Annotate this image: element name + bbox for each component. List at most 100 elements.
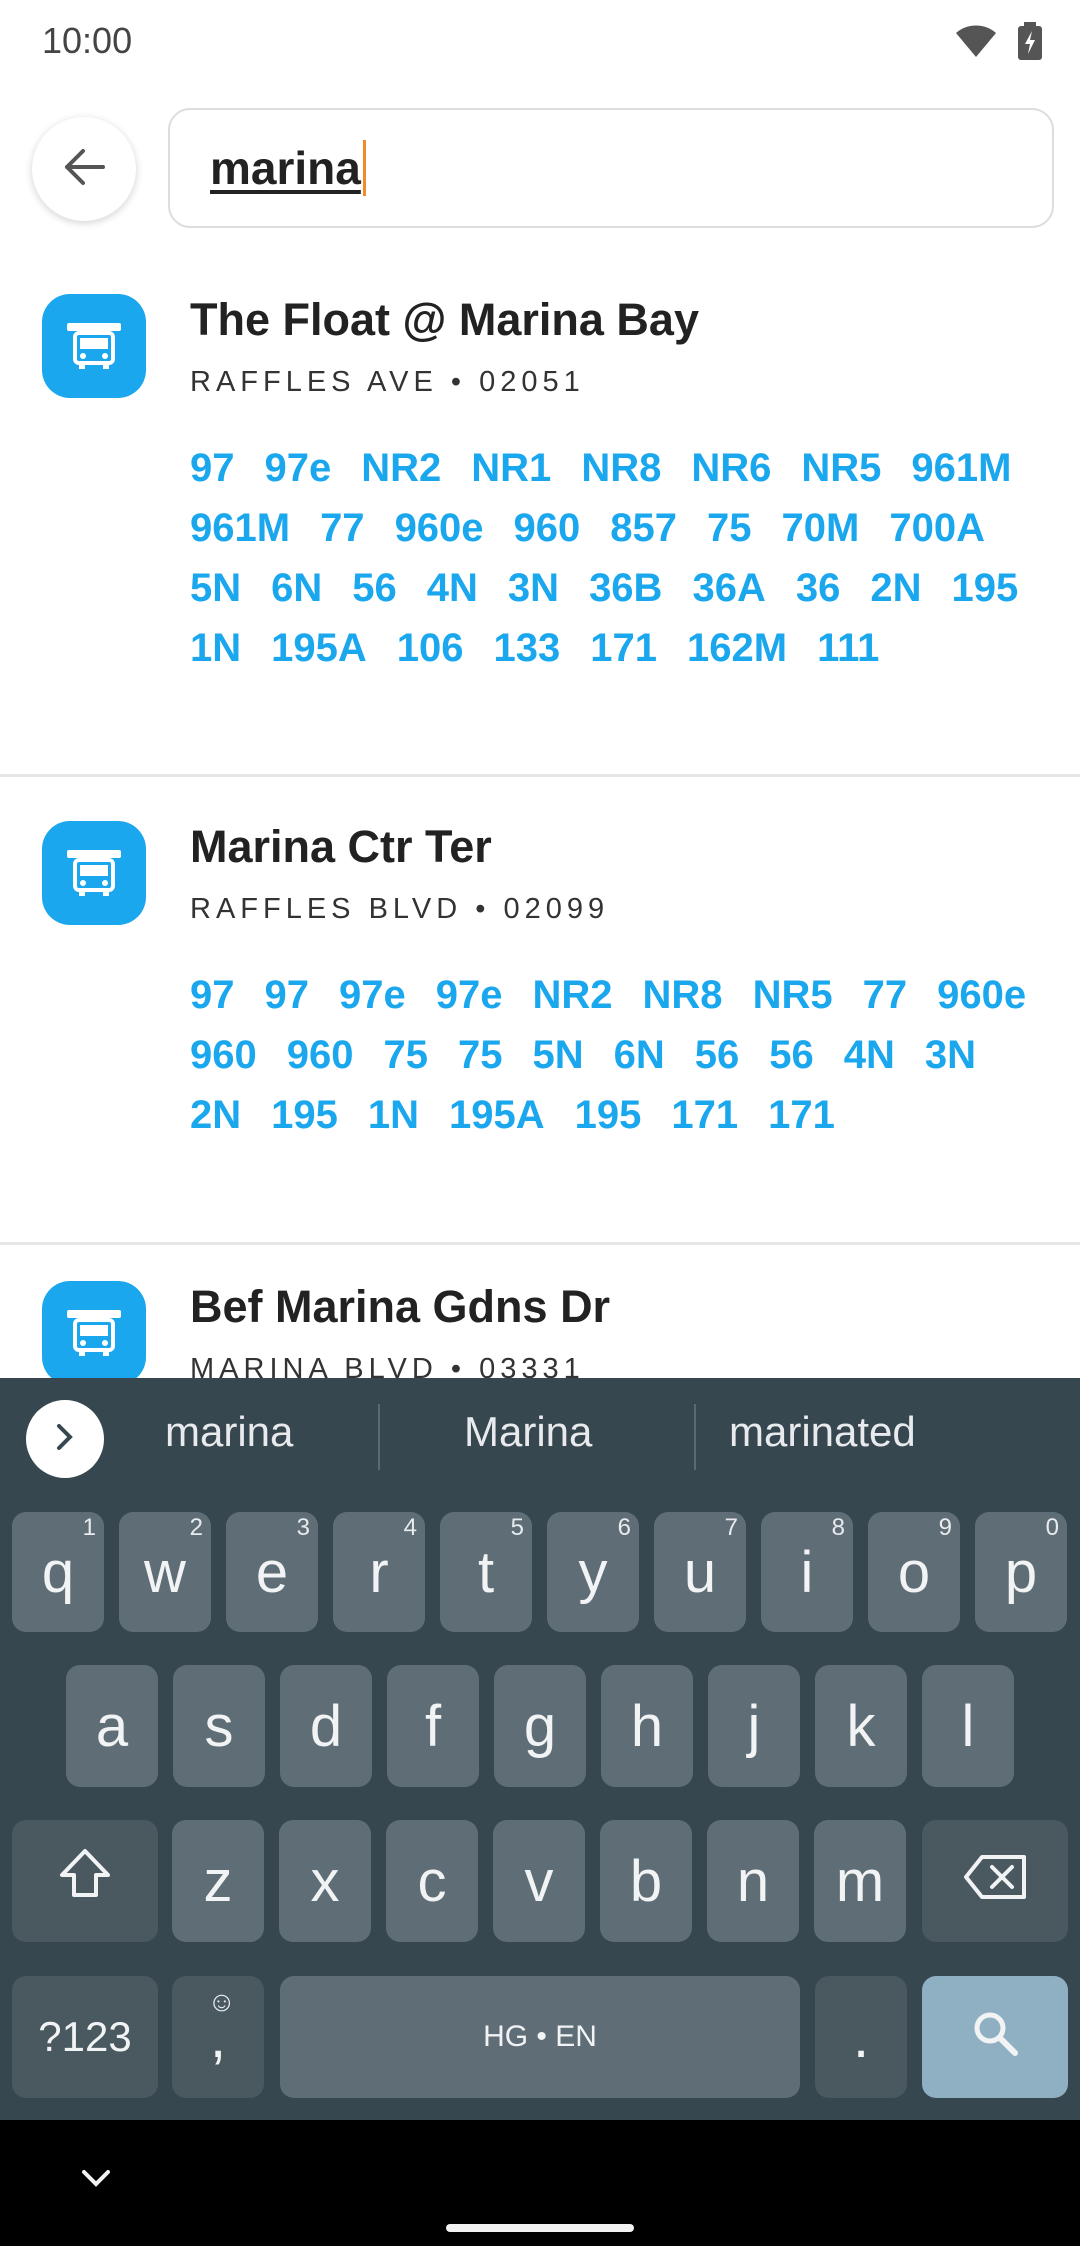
route-number[interactable]: 857 [610,498,677,558]
route-number[interactable]: NR8 [581,438,661,498]
route-number[interactable]: 2N [190,1085,241,1145]
route-number[interactable]: 77 [863,965,908,1025]
key-w[interactable]: w2 [119,1512,211,1632]
route-number[interactable]: 97 [190,965,235,1025]
result-item[interactable]: Bef Marina Gdns Dr MARINA BLVD • 03331 [0,1245,1080,1378]
key-y[interactable]: y6 [547,1512,639,1632]
route-number[interactable]: 4N [844,1025,895,1085]
search-input[interactable]: marina [168,108,1054,228]
route-number[interactable]: 960 [287,1025,354,1085]
route-number[interactable]: 111 [817,618,879,678]
key-x[interactable]: x [279,1820,371,1942]
key-n[interactable]: n [707,1820,799,1942]
route-number[interactable]: 133 [494,618,561,678]
home-gesture-pill[interactable] [446,2224,634,2232]
key-d[interactable]: d [280,1665,372,1787]
comma-key[interactable]: , ☺ [172,1976,264,2098]
suggestion-2[interactable]: Marina [464,1408,592,1456]
key-q[interactable]: q1 [12,1512,104,1632]
route-number[interactable]: 97e [265,438,332,498]
route-number[interactable]: 106 [397,618,464,678]
key-c[interactable]: c [386,1820,478,1942]
route-number[interactable]: NR2 [361,438,441,498]
key-b[interactable]: b [600,1820,692,1942]
result-item[interactable]: The Float @ Marina Bay RAFFLES AVE • 020… [0,250,1080,777]
suggestion-3[interactable]: marinated [729,1408,916,1456]
route-number[interactable]: 700A [889,498,985,558]
key-t[interactable]: t5 [440,1512,532,1632]
route-number[interactable]: 961M [190,498,290,558]
route-number[interactable]: 56 [769,1025,814,1085]
route-number[interactable]: 70M [782,498,860,558]
route-number[interactable]: 1N [368,1085,419,1145]
key-h[interactable]: h [601,1665,693,1787]
route-number[interactable]: 5N [190,558,241,618]
key-r[interactable]: r4 [333,1512,425,1632]
route-number[interactable]: 3N [508,558,559,618]
key-i[interactable]: i8 [761,1512,853,1632]
route-number[interactable]: 960 [190,1025,257,1085]
route-number[interactable]: 5N [533,1025,584,1085]
route-number[interactable]: 56 [695,1025,740,1085]
key-l[interactable]: l [922,1665,1014,1787]
route-number[interactable]: 36 [796,558,841,618]
route-number[interactable]: 56 [352,558,397,618]
hide-keyboard-chevron-down-icon[interactable] [76,2164,116,2199]
key-g[interactable]: g [494,1665,586,1787]
route-number[interactable]: 97e [436,965,503,1025]
route-number[interactable]: 4N [427,558,478,618]
route-number[interactable]: 2N [870,558,921,618]
route-number[interactable]: 195 [951,558,1018,618]
route-number[interactable]: NR5 [801,438,881,498]
key-m[interactable]: m [814,1820,906,1942]
period-key[interactable]: . [815,1976,907,2098]
key-f[interactable]: f [387,1665,479,1787]
route-number[interactable]: 1N [190,618,241,678]
backspace-key[interactable] [922,1820,1068,1942]
key-s[interactable]: s [173,1665,265,1787]
suggestions-expand-button[interactable] [26,1400,104,1478]
route-number[interactable]: 3N [925,1025,976,1085]
key-j[interactable]: j [708,1665,800,1787]
route-number[interactable]: 171 [671,1085,738,1145]
key-p[interactable]: p0 [975,1512,1067,1632]
back-button[interactable] [32,117,136,221]
route-number[interactable]: 36A [692,558,765,618]
route-number[interactable]: 195 [575,1085,642,1145]
route-number[interactable]: 6N [614,1025,665,1085]
route-number[interactable]: 162M [687,618,787,678]
route-number[interactable]: 961M [911,438,1011,498]
route-number[interactable]: 97 [265,965,310,1025]
route-number[interactable]: 97e [339,965,406,1025]
key-v[interactable]: v [493,1820,585,1942]
result-item[interactable]: Marina Ctr Ter RAFFLES BLVD • 02099 97 97… [0,777,1080,1245]
route-number[interactable]: NR2 [533,965,613,1025]
route-number[interactable]: NR6 [691,438,771,498]
route-number[interactable]: NR5 [753,965,833,1025]
route-number[interactable]: 195A [449,1085,545,1145]
key-a[interactable]: a [66,1665,158,1787]
route-number[interactable]: 36B [589,558,662,618]
route-number[interactable]: NR1 [471,438,551,498]
search-action-key[interactable] [922,1976,1068,2098]
key-u[interactable]: u7 [654,1512,746,1632]
route-number[interactable]: 171 [768,1085,835,1145]
route-number[interactable]: 960e [937,965,1026,1025]
route-number[interactable]: 195A [271,618,367,678]
key-e[interactable]: e3 [226,1512,318,1632]
shift-key[interactable] [12,1820,158,1942]
route-number[interactable]: NR8 [643,965,723,1025]
route-number[interactable]: 960e [395,498,484,558]
symbols-key[interactable]: ?123 [12,1976,158,2098]
route-number[interactable]: 75 [384,1025,429,1085]
key-o[interactable]: o9 [868,1512,960,1632]
route-number[interactable]: 75 [458,1025,503,1085]
route-number[interactable]: 97 [190,438,235,498]
route-number[interactable]: 77 [320,498,365,558]
space-key[interactable]: HG • EN [280,1976,800,2098]
key-k[interactable]: k [815,1665,907,1787]
key-z[interactable]: z [172,1820,264,1942]
suggestion-1[interactable]: marina [165,1408,293,1456]
route-number[interactable]: 171 [590,618,657,678]
route-number[interactable]: 75 [707,498,752,558]
